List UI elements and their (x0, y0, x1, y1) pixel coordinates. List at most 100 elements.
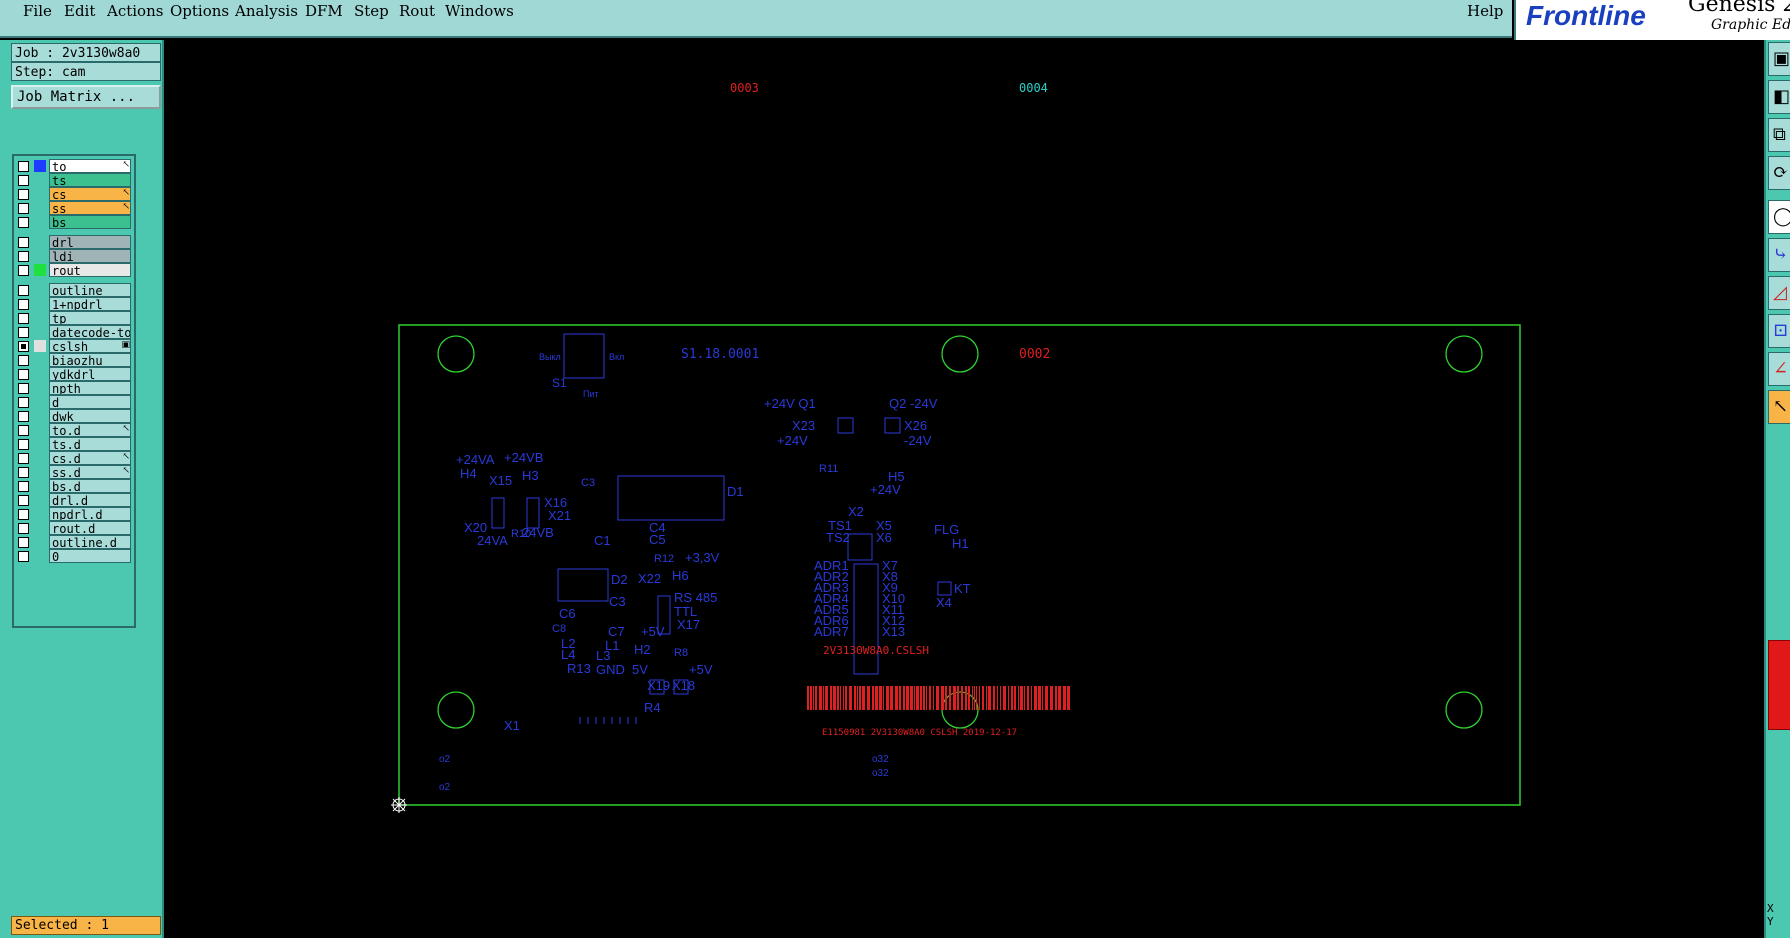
layer-row-bs-d[interactable]: bs.d (17, 479, 133, 494)
layer-checkbox[interactable] (18, 299, 29, 310)
layer-name-label[interactable]: datecode-to (49, 325, 131, 339)
layer-checkbox[interactable] (18, 551, 29, 562)
menu-analysis[interactable]: Analysis (235, 2, 298, 20)
menu-edit[interactable]: Edit (64, 2, 95, 20)
layer-checkbox[interactable] (18, 341, 29, 352)
menu-dfm[interactable]: DFM (305, 2, 343, 20)
layer-row-1-npdrl[interactable]: 1+npdrl (17, 297, 133, 312)
layer-name-label[interactable]: cs.d (49, 451, 131, 465)
select-pointer-icon[interactable]: ↖ (1768, 390, 1790, 424)
layer-row-npth[interactable]: npth (17, 381, 133, 396)
layer-name-label[interactable]: to.d (49, 423, 131, 437)
menu-windows[interactable]: Windows (445, 2, 514, 20)
job-matrix-button[interactable]: Job Matrix ... (11, 85, 161, 109)
layer-name-label[interactable]: 0 (49, 549, 131, 563)
layer-checkbox[interactable] (18, 425, 29, 436)
graphic-canvas[interactable]: 0003 0004 S1.18.0001 0002 S1 Пит Выкл Вк… (164, 40, 1764, 938)
layer-name-label[interactable]: ss.d (49, 465, 131, 479)
layer-row-d[interactable]: d (17, 395, 133, 410)
menu-rout[interactable]: Rout (399, 2, 435, 20)
layer-row-cslsh[interactable]: cslsh ▣ (17, 339, 133, 354)
layer-checkbox[interactable] (18, 327, 29, 338)
layer-name-label[interactable]: cslsh (49, 339, 131, 353)
menu-help[interactable]: Help (1467, 2, 1503, 20)
zoom-area-icon[interactable]: ⧉ (1768, 118, 1790, 152)
layer-checkbox[interactable] (18, 313, 29, 324)
layer-checkbox[interactable] (18, 523, 29, 534)
layer-name-label[interactable]: ts (49, 173, 131, 187)
snap-icon[interactable]: ⊡ (1768, 314, 1790, 348)
layer-name-label[interactable]: dwk (49, 409, 131, 423)
layer-checkbox[interactable] (18, 509, 29, 520)
menu-step[interactable]: Step (354, 2, 389, 20)
layer-row-dwk[interactable]: dwk (17, 409, 133, 424)
layer-color-swatch[interactable] (34, 340, 46, 352)
layer-checkbox[interactable] (18, 467, 29, 478)
layer-row-ts[interactable]: ts (17, 173, 133, 188)
layer-name-label[interactable]: rout.d (49, 521, 131, 535)
layer-row-rout-d[interactable]: rout.d (17, 521, 133, 536)
layer-checkbox[interactable] (18, 397, 29, 408)
layer-name-label[interactable]: cs (49, 187, 131, 201)
layer-row-biaozhu[interactable]: biaozhu (17, 353, 133, 368)
layer-checkbox[interactable] (18, 251, 29, 262)
layer-name-label[interactable]: ydkdrl (49, 367, 131, 381)
layer-row-0[interactable]: 0 (17, 549, 133, 564)
layer-color-swatch[interactable] (34, 160, 46, 172)
layer-name-label[interactable]: npth (49, 381, 131, 395)
layer-name-label[interactable]: tp (49, 311, 131, 325)
angle-icon[interactable]: ∠ (1768, 352, 1790, 386)
pan-icon[interactable]: ◧ (1768, 80, 1790, 114)
layer-name-label[interactable]: ts.d (49, 437, 131, 451)
layer-checkbox[interactable] (18, 265, 29, 276)
menu-options[interactable]: Options (170, 2, 229, 20)
layer-row-drl[interactable]: drl (17, 235, 133, 250)
zoom-page-icon[interactable]: ▣ (1768, 42, 1790, 76)
layer-name-label[interactable]: ss (49, 201, 131, 215)
layer-checkbox[interactable] (18, 203, 29, 214)
layer-checkbox[interactable] (18, 355, 29, 366)
layer-checkbox[interactable] (18, 237, 29, 248)
layer-checkbox[interactable] (18, 217, 29, 228)
status-indicator[interactable] (1768, 640, 1790, 730)
layer-name-label[interactable]: biaozhu (49, 353, 131, 367)
layer-checkbox[interactable] (18, 161, 29, 172)
layer-checkbox[interactable] (18, 175, 29, 186)
layer-row-cs[interactable]: cs ↖ (17, 187, 133, 202)
layer-name-label[interactable]: d (49, 395, 131, 409)
redraw-icon[interactable]: ⟳ (1768, 156, 1790, 190)
layer-checkbox[interactable] (18, 481, 29, 492)
layer-name-label[interactable]: bs.d (49, 479, 131, 493)
layer-row-datecode-to[interactable]: datecode-to (17, 325, 133, 340)
layer-row-to-d[interactable]: to.d ↖ (17, 423, 133, 438)
layer-checkbox[interactable] (18, 383, 29, 394)
layer-row-ldi[interactable]: ldi (17, 249, 133, 264)
layer-checkbox[interactable] (18, 189, 29, 200)
layer-name-label[interactable]: outline.d (49, 535, 131, 549)
layer-name-label[interactable]: outline (49, 283, 131, 297)
layer-name-label[interactable]: ldi (49, 249, 131, 263)
layer-checkbox[interactable] (18, 285, 29, 296)
layer-row-ydkdrl[interactable]: ydkdrl (17, 367, 133, 382)
layer-row-ss[interactable]: ss ↖ (17, 201, 133, 216)
layer-checkbox[interactable] (18, 369, 29, 380)
layer-name-label[interactable]: rout (49, 263, 131, 277)
layer-row-drl-d[interactable]: drl.d (17, 493, 133, 508)
layer-name-label[interactable]: npdrl.d (49, 507, 131, 521)
layer-row-rout[interactable]: rout (17, 263, 133, 278)
layer-name-label[interactable]: drl.d (49, 493, 131, 507)
layer-name-label[interactable]: bs (49, 215, 131, 229)
measure-icon[interactable]: ◿ (1768, 276, 1790, 310)
layer-name-label[interactable]: drl (49, 235, 131, 249)
circle-tool-icon[interactable]: ◯ (1768, 200, 1790, 234)
layer-name-label[interactable]: 1+npdrl (49, 297, 131, 311)
layer-checkbox[interactable] (18, 537, 29, 548)
layer-color-swatch[interactable] (34, 264, 46, 276)
layer-row-ss-d[interactable]: ss.d ↖ (17, 465, 133, 480)
layer-row-outline[interactable]: outline (17, 283, 133, 298)
layer-row-tp[interactable]: tp (17, 311, 133, 326)
layer-checkbox[interactable] (18, 411, 29, 422)
layer-checkbox[interactable] (18, 439, 29, 450)
layer-row-to[interactable]: to ↖ (17, 159, 133, 174)
route-tool-icon[interactable]: ⤷ (1768, 238, 1790, 272)
